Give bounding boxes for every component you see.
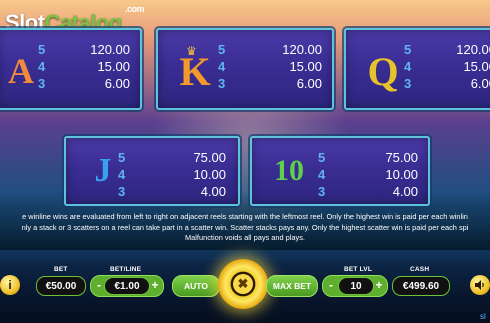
paytable-values: 5120.00 415.00 36.00 xyxy=(404,42,490,91)
paytable-values: 5120.00 415.00 36.00 xyxy=(218,42,322,91)
bet-label: BET xyxy=(54,266,68,273)
info-icon: i xyxy=(8,278,12,292)
paytable-values: 5 75.00 4 10.00 3 4.00 xyxy=(118,150,226,199)
rules-line: nly a stack or 3 scatters on a reel can … xyxy=(21,222,469,232)
max-bet-button[interactable]: MAX BET xyxy=(266,275,318,297)
info-button[interactable]: i xyxy=(0,275,20,295)
rules-text: e winline wins are evaluated from left t… xyxy=(0,212,490,244)
speaker-icon xyxy=(475,280,484,290)
paytable-values: 5120.00 415.00 36.00 xyxy=(38,42,130,91)
partial-text-right: sl xyxy=(480,312,486,321)
betline-label: BET/LINE xyxy=(110,266,142,273)
paytable-panel-q: Q 5120.00 415.00 36.00 xyxy=(344,28,490,110)
betlvl-value: 10 xyxy=(338,277,374,295)
sound-button[interactable] xyxy=(470,275,490,295)
betlvl-minus-button[interactable]: - xyxy=(324,275,338,295)
rules-line: Malfunction voids all pays and plays. xyxy=(185,233,305,242)
auto-button[interactable]: AUTO xyxy=(172,275,220,297)
ten-symbol-icon: 10 xyxy=(274,154,304,187)
crown-k-symbol-icon: ♛ K xyxy=(179,44,211,94)
paytable-panel-j: J 5 75.00 4 10.00 3 4.00 xyxy=(64,136,240,206)
spin-close-icon: ✖ xyxy=(233,274,253,294)
paytable-panel-k: ♛ K 5 120.00 4 15.00 3 6.00 xyxy=(156,28,334,110)
paytable-values: 5 75.00 4 10.00 3 4.00 xyxy=(318,150,418,199)
spin-button[interactable]: ✖ xyxy=(218,259,268,309)
rules-line: e winline wins are evaluated from left t… xyxy=(22,212,468,221)
cash-value: €499.60 xyxy=(392,276,450,296)
paytable-panel-a: A 5 120.00 4 15.00 3 6.00 xyxy=(0,28,142,110)
bet-value[interactable]: €50.00 xyxy=(36,276,86,296)
betlvl-label: BET LVL xyxy=(344,266,372,273)
betline-plus-button[interactable]: + xyxy=(148,275,162,295)
q-snake-symbol-icon: Q xyxy=(367,48,399,94)
paytable-panel-10: 10 5 75.00 4 10.00 3 4.00 xyxy=(250,136,430,206)
betlvl-plus-button[interactable]: + xyxy=(372,275,386,295)
watermark-com: .com xyxy=(125,4,145,14)
betline-value: €1.00 xyxy=(104,277,150,295)
cash-label: CASH xyxy=(410,266,430,273)
